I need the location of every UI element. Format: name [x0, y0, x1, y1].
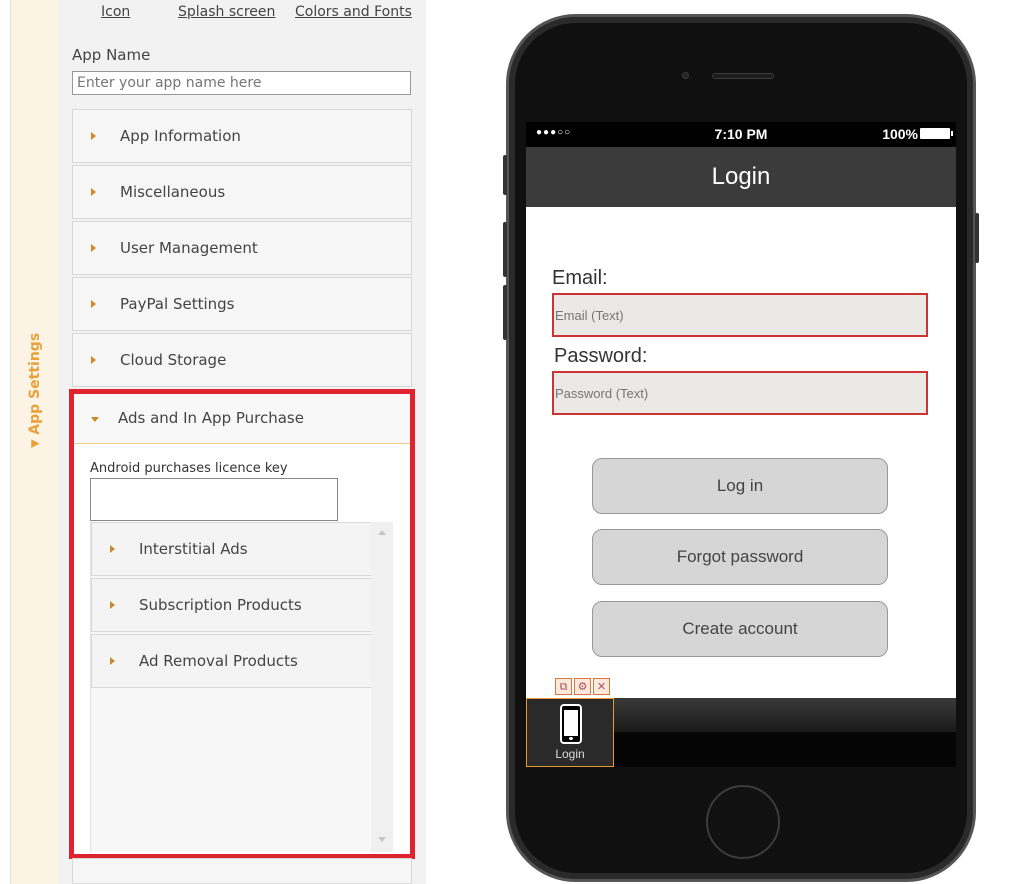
- settings-icon[interactable]: ⚙: [574, 678, 591, 695]
- section-label: Cloud Storage: [120, 351, 227, 369]
- section-user-management[interactable]: User Management: [72, 221, 412, 275]
- camera-icon: [682, 72, 689, 79]
- volume-up-button: [503, 222, 507, 277]
- subsection-list: Interstitial Ads Subscription Products A…: [90, 522, 393, 852]
- subsection-ad-removal-products[interactable]: Ad Removal Products: [91, 634, 372, 688]
- scroll-down-icon[interactable]: [378, 837, 386, 842]
- home-button[interactable]: [706, 785, 780, 859]
- triangle-down-icon: [91, 417, 99, 422]
- battery-percent: 100%: [882, 126, 918, 142]
- subsection-label: Interstitial Ads: [139, 540, 248, 558]
- tab-login[interactable]: Login: [526, 698, 614, 767]
- scroll-up-icon[interactable]: [378, 530, 386, 535]
- colors-and-fonts-link[interactable]: Colors and Fonts: [295, 4, 412, 20]
- tab-login-label: Login: [555, 747, 585, 761]
- subsection-label: Subscription Products: [139, 596, 302, 614]
- triangle-right-icon: [91, 244, 96, 252]
- section-label: Ads and In App Purchase: [118, 409, 304, 427]
- speaker-grille: [712, 73, 774, 79]
- section-paypal-settings[interactable]: PayPal Settings: [72, 277, 412, 331]
- splash-screen-link[interactable]: Splash screen: [178, 4, 275, 20]
- login-form: Email: Password: Log in Forgot password …: [526, 207, 956, 698]
- power-button: [975, 213, 979, 263]
- section-label: PayPal Settings: [120, 295, 235, 313]
- licence-key-input[interactable]: [90, 478, 338, 521]
- subsection-subscription-products[interactable]: Subscription Products: [91, 578, 372, 632]
- triangle-right-icon: [91, 132, 96, 140]
- mute-switch: [503, 155, 507, 195]
- triangle-right-icon: [110, 657, 115, 665]
- section-ads-and-in-app-purchase[interactable]: Ads and In App Purchase: [74, 394, 410, 444]
- close-icon[interactable]: ✕: [593, 678, 610, 695]
- section-label: App Information: [120, 127, 241, 145]
- section-app-information[interactable]: App Information: [72, 109, 412, 163]
- section-miscellaneous[interactable]: Miscellaneous: [72, 165, 412, 219]
- phone-icon: [560, 704, 582, 744]
- triangle-down-icon: ▶: [31, 436, 40, 450]
- password-label: Password:: [554, 345, 648, 367]
- app-settings-tab[interactable]: ▶App Settings: [10, 0, 58, 884]
- log-in-button[interactable]: Log in: [592, 458, 888, 514]
- app-settings-tab-label: ▶App Settings: [27, 332, 43, 450]
- forgot-password-button[interactable]: Forgot password: [592, 529, 888, 585]
- battery-icon: [920, 128, 953, 139]
- section-cloud-storage[interactable]: Cloud Storage: [72, 333, 412, 387]
- panel-links: Icon Splash screen Colors and Fonts: [58, 4, 426, 24]
- ads-section-highlight: Ads and In App Purchase Android purchase…: [69, 389, 415, 859]
- subsection-label: Ad Removal Products: [139, 652, 298, 670]
- phone-screen: ●●●○○ 7:10 PM 100% Login Email: Password…: [526, 122, 956, 767]
- email-input[interactable]: [552, 293, 928, 337]
- phone-mockup: ●●●○○ 7:10 PM 100% Login Email: Password…: [503, 14, 979, 882]
- triangle-right-icon: [91, 300, 96, 308]
- triangle-right-icon: [91, 356, 96, 364]
- app-name-input[interactable]: [72, 71, 411, 95]
- nav-title: Login: [526, 147, 956, 207]
- volume-down-button: [503, 285, 507, 340]
- triangle-right-icon: [110, 601, 115, 609]
- app-settings-label: App Settings: [27, 332, 43, 435]
- triangle-right-icon: [91, 188, 96, 196]
- app-name-label: App Name: [72, 46, 151, 64]
- section-label: User Management: [120, 239, 258, 257]
- triangle-right-icon: [110, 545, 115, 553]
- scrollbar[interactable]: [371, 522, 393, 852]
- email-label: Email:: [552, 267, 608, 289]
- icon-link[interactable]: Icon: [101, 4, 130, 20]
- section-label: Miscellaneous: [120, 183, 226, 201]
- subsection-interstitial-ads[interactable]: Interstitial Ads: [91, 522, 372, 576]
- section-next[interactable]: [72, 858, 412, 884]
- password-input[interactable]: [552, 371, 928, 415]
- create-account-button[interactable]: Create account: [592, 601, 888, 657]
- status-bar: ●●●○○ 7:10 PM 100%: [526, 122, 956, 147]
- copy-icon[interactable]: ⧉: [555, 678, 572, 695]
- licence-key-label: Android purchases licence key: [90, 461, 288, 476]
- settings-panel: Icon Splash screen Colors and Fonts App …: [58, 0, 426, 884]
